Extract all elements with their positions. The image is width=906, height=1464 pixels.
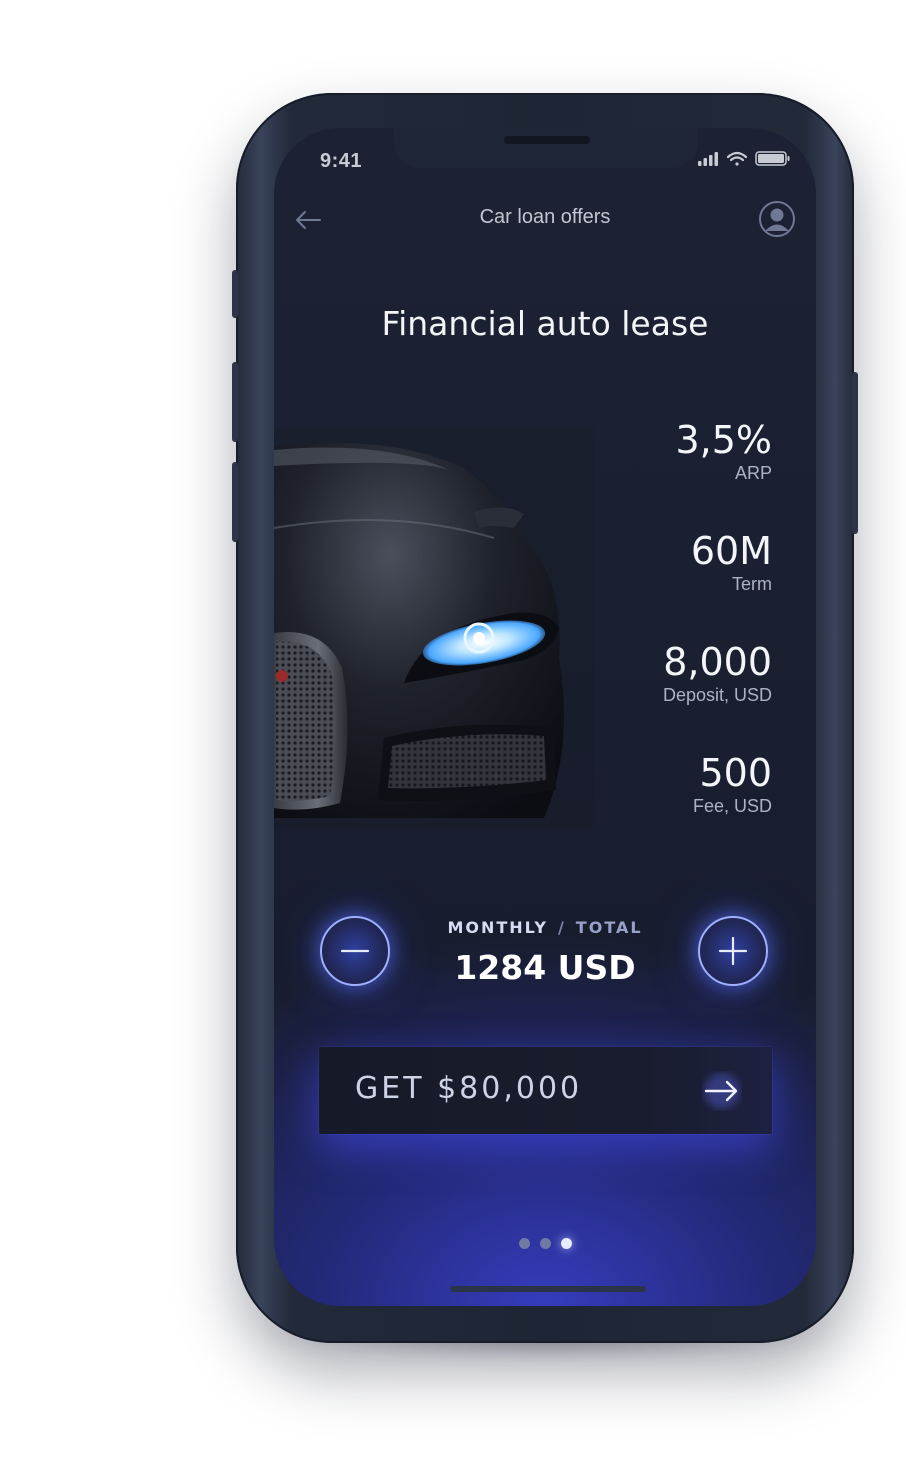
get-loan-button[interactable]: GET $80,000 xyxy=(319,1047,772,1134)
stat-label: Term xyxy=(732,574,772,594)
get-loan-label: GET $80,000 xyxy=(355,1071,583,1106)
stat-term: 60M Term xyxy=(532,529,772,640)
stat-value: 60M xyxy=(690,529,772,573)
app-screen: 9:41 Car loan offers Financial auto leas… xyxy=(274,128,816,1306)
arrow-right-icon xyxy=(704,1073,740,1109)
stat-apr: 3,5% ARP xyxy=(532,418,772,529)
page-dot[interactable] xyxy=(518,1238,530,1249)
wifi-icon xyxy=(726,151,748,166)
stat-deposit: 8,000 Deposit, USD xyxy=(532,640,772,751)
period-monthly-tab[interactable]: MONTHLY xyxy=(447,918,548,937)
speaker xyxy=(504,136,590,144)
stat-fee: 500 Fee, USD xyxy=(532,751,772,862)
status-icons xyxy=(698,151,790,166)
volume-down-button xyxy=(232,462,238,542)
stat-label: Fee, USD xyxy=(692,796,772,816)
stat-value: 8,000 xyxy=(663,640,772,684)
signal-icon xyxy=(698,152,718,166)
profile-icon[interactable] xyxy=(758,200,796,238)
volume-up-button xyxy=(232,362,238,442)
page-dot-active[interactable] xyxy=(560,1238,572,1249)
increase-amount-button[interactable] xyxy=(698,916,768,986)
page-indicator xyxy=(274,1234,816,1253)
plus-icon xyxy=(718,936,748,966)
battery-icon xyxy=(755,151,790,166)
stat-value: 500 xyxy=(699,751,772,795)
stat-label: Deposit, USD xyxy=(662,685,772,705)
stat-value: 3,5% xyxy=(675,418,772,462)
period-total-tab[interactable]: TOTAL xyxy=(576,918,643,937)
page-title: Financial auto lease xyxy=(381,304,709,343)
mute-switch xyxy=(232,270,238,318)
stat-label: ARP xyxy=(734,463,772,483)
nav-title: Car loan offers xyxy=(479,206,611,228)
notch xyxy=(394,128,698,168)
power-button xyxy=(852,372,858,534)
period-separator: / xyxy=(557,918,566,937)
page-dot[interactable] xyxy=(539,1238,551,1249)
status-time: 9:41 xyxy=(320,150,363,172)
home-indicator[interactable] xyxy=(450,1286,646,1292)
loan-stats: 3,5% ARP 60M Term 8,000 Deposit, USD 500… xyxy=(532,418,772,862)
